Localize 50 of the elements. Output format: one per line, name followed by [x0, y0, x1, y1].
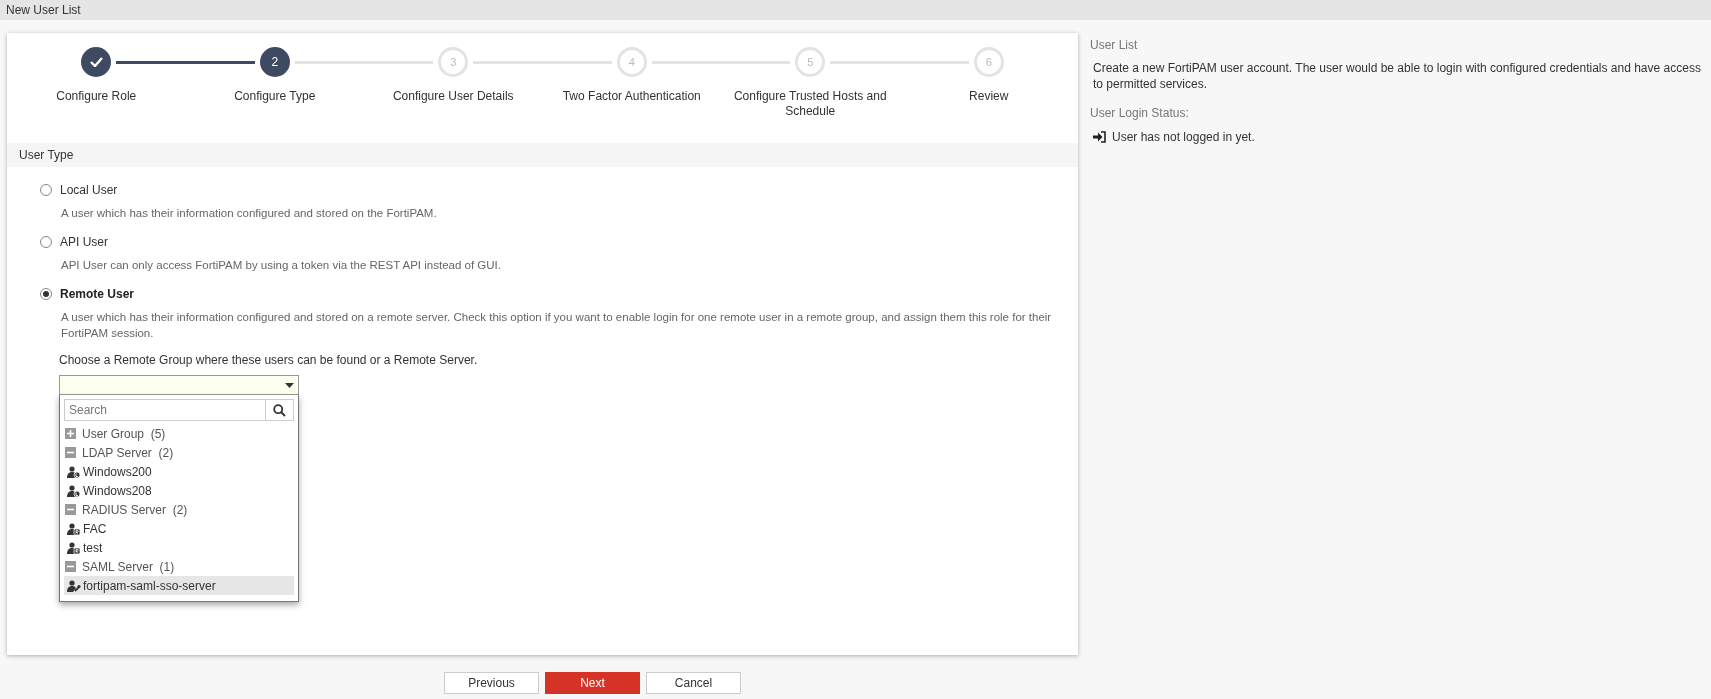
user-badge-icon	[67, 465, 81, 478]
search-field[interactable]: Search	[64, 399, 266, 421]
collapse-icon[interactable]	[65, 504, 76, 515]
radio-label[interactable]: Local User	[60, 181, 118, 199]
tree-item[interactable]: FAC	[64, 519, 294, 538]
option-description: A user which has their information configured and stored on the FortiPAM.	[60, 206, 438, 221]
tree-item[interactable]: Windows200	[64, 462, 294, 481]
group-label[interactable]: RADIUS Server (2)	[82, 500, 188, 519]
next-button[interactable]: Next	[545, 672, 640, 694]
tree-item[interactable]: Windows208	[64, 481, 294, 500]
radio-button[interactable]	[40, 288, 52, 300]
radio-button[interactable]	[40, 184, 52, 196]
expand-icon[interactable]	[65, 428, 76, 439]
secondary-button[interactable]: Previous	[444, 672, 539, 694]
step-number[interactable]: 2	[259, 47, 290, 77]
caret-icon	[285, 382, 294, 388]
search-icon[interactable]	[266, 399, 294, 421]
user-key-icon	[67, 579, 81, 592]
login-status-text: User has not logged in yet.	[1112, 129, 1255, 146]
tree-item[interactable]: fortipam-saml-sso-server	[64, 576, 294, 595]
completed-step-icon[interactable]	[81, 47, 112, 77]
field-label: Choose a Remote Group where these users can be found or a Remote Server.	[59, 352, 479, 369]
collapse-icon[interactable]	[65, 447, 76, 458]
radio-button[interactable]	[40, 236, 52, 248]
section-title: User Type	[19, 147, 74, 164]
secondary-button[interactable]: Cancel	[646, 672, 741, 694]
option-description: A user which has their information configured and stored on a remote server. Check this option if you want to enable login for one remote user in a remote group, and assign them this role for their FortiPAM session.	[60, 310, 1053, 341]
tree-item[interactable]: test	[64, 538, 294, 557]
panel-title: User List	[1090, 37, 1139, 54]
radio-label[interactable]: Remote User	[60, 285, 135, 303]
step-label: Review	[969, 89, 1009, 104]
panel-description: Create a new FortiPAM user account. The user would be able to login with configured credentials and have access to permitted services.	[1092, 60, 1701, 92]
user-badge-icon	[67, 541, 81, 554]
status-label: User Login Status:	[1090, 105, 1190, 122]
step-label: Configure Trusted Hosts and Schedule	[732, 89, 888, 119]
step-label: Two Factor Authentication	[562, 89, 701, 104]
option-description: API User can only access FortiPAM by using a token via the REST API instead of GUI.	[60, 258, 502, 273]
step-label: Configure User Details	[392, 89, 514, 104]
user-badge-icon	[67, 484, 81, 497]
collapse-icon[interactable]	[65, 561, 76, 572]
step-label: Configure Role	[56, 89, 137, 104]
radio-label[interactable]: API User	[60, 233, 108, 251]
group-label[interactable]: LDAP Server (2)	[82, 443, 174, 462]
step-label: Configure Type	[234, 89, 316, 104]
dropdown-field[interactable]	[59, 375, 299, 395]
user-badge-icon	[67, 522, 81, 535]
group-label[interactable]: User Group (5)	[82, 424, 166, 443]
group-label[interactable]: SAML Server (1)	[82, 557, 175, 576]
page-title: New User List	[6, 2, 81, 19]
sign-in-icon	[1093, 131, 1106, 143]
